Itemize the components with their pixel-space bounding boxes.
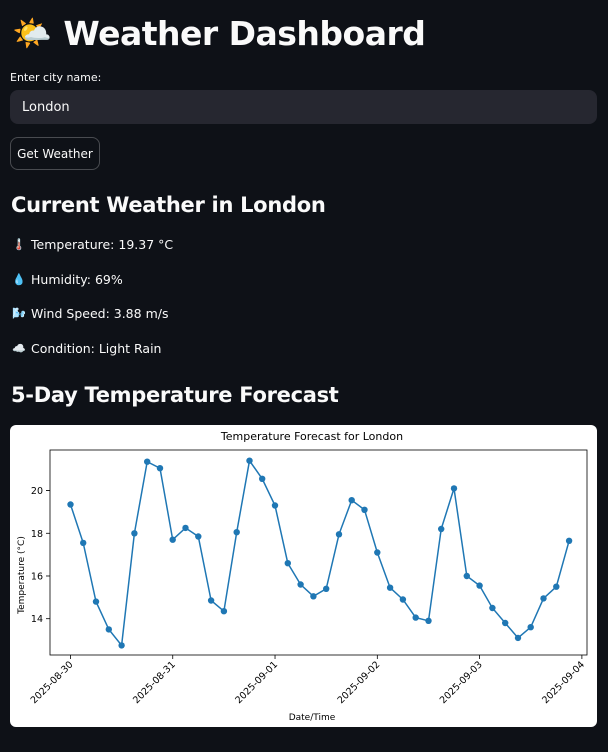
data-point bbox=[271, 502, 279, 509]
city-input-label: Enter city name: bbox=[10, 71, 102, 84]
temperature-metric: 🌡️ Temperature: 19.37 °C bbox=[12, 237, 173, 252]
data-point bbox=[67, 501, 74, 508]
data-point bbox=[450, 485, 458, 492]
x-tick-label: 2025-08-31 bbox=[131, 659, 178, 706]
chart-x-axis-label: Date/Time bbox=[289, 713, 336, 723]
data-point bbox=[335, 531, 343, 538]
data-point bbox=[220, 608, 228, 615]
data-point bbox=[323, 585, 330, 592]
y-tick-label: 16 bbox=[31, 571, 43, 582]
x-tick-label: 2025-08-30 bbox=[29, 659, 76, 706]
data-point bbox=[438, 525, 445, 533]
data-point bbox=[233, 529, 240, 536]
data-point bbox=[105, 626, 113, 633]
wind-speed-metric: 🌬️ Wind Speed: 3.88 m/s bbox=[12, 306, 168, 321]
condition-metric: ☁️ Condition: Light Rain bbox=[12, 341, 161, 356]
data-point bbox=[80, 539, 87, 547]
data-point bbox=[553, 583, 560, 590]
page-title-text: Weather Dashboard bbox=[63, 13, 426, 53]
data-point bbox=[156, 465, 164, 472]
data-point bbox=[565, 537, 573, 544]
y-tick-label: 18 bbox=[31, 529, 43, 540]
data-point bbox=[489, 604, 496, 612]
data-point bbox=[425, 617, 432, 624]
y-tick-label: 14 bbox=[31, 614, 43, 625]
data-point bbox=[463, 572, 470, 580]
data-point bbox=[169, 536, 176, 543]
x-tick-label: 2025-09-02 bbox=[336, 659, 383, 706]
data-point bbox=[412, 614, 419, 621]
y-tick-label: 20 bbox=[31, 486, 43, 497]
data-point bbox=[259, 475, 266, 482]
forecast-chart: Temperature Forecast for London Date/Tim… bbox=[10, 425, 597, 727]
data-point bbox=[514, 634, 522, 642]
data-point bbox=[527, 624, 534, 631]
humidity-metric: 💧 Humidity: 69% bbox=[12, 272, 123, 287]
cloud-icon: ☁️ bbox=[12, 342, 26, 355]
page-title: 🌤️ Weather Dashboard bbox=[12, 8, 426, 58]
data-point bbox=[297, 581, 304, 588]
data-point bbox=[118, 642, 125, 649]
data-point bbox=[131, 530, 138, 537]
data-point bbox=[144, 458, 151, 465]
data-point bbox=[540, 595, 547, 602]
data-point bbox=[399, 596, 407, 603]
data-point bbox=[284, 560, 291, 567]
temperature-text: Temperature: 19.37 °C bbox=[31, 237, 174, 252]
data-point bbox=[374, 549, 381, 556]
data-point bbox=[246, 457, 253, 464]
forecast-heading: 5-Day Temperature Forecast bbox=[11, 383, 339, 407]
data-point bbox=[310, 593, 317, 600]
series-line bbox=[69, 458, 570, 648]
x-tick-label: 2025-09-04 bbox=[540, 659, 587, 706]
sun-behind-cloud-icon: 🌤️ bbox=[12, 14, 52, 52]
wind-speed-text: Wind Speed: 3.88 m/s bbox=[31, 306, 169, 321]
x-tick-label: 2025-09-03 bbox=[438, 659, 485, 706]
thermometer-icon: 🌡️ bbox=[12, 238, 26, 251]
condition-text: Condition: Light Rain bbox=[31, 341, 162, 356]
data-point bbox=[386, 584, 394, 591]
data-point bbox=[502, 619, 509, 627]
chart-title: Temperature Forecast for London bbox=[220, 430, 403, 443]
data-point bbox=[195, 533, 202, 540]
wind-icon: 🌬️ bbox=[12, 307, 26, 320]
humidity-text: Humidity: 69% bbox=[31, 272, 123, 287]
current-weather-heading: Current Weather in London bbox=[11, 193, 326, 217]
data-point bbox=[361, 506, 368, 513]
city-input[interactable] bbox=[10, 90, 597, 124]
data-point bbox=[476, 582, 483, 589]
data-point bbox=[207, 597, 215, 604]
data-point bbox=[348, 497, 355, 504]
data-point bbox=[92, 598, 100, 605]
chart-y-axis-label: Temperature (°C) bbox=[17, 536, 27, 615]
get-weather-button[interactable]: Get Weather bbox=[10, 137, 100, 170]
x-tick-label: 2025-09-01 bbox=[233, 659, 280, 706]
forecast-chart-svg: Temperature Forecast for London Date/Tim… bbox=[17, 430, 588, 723]
droplet-icon: 💧 bbox=[12, 273, 26, 286]
data-point bbox=[182, 524, 189, 532]
